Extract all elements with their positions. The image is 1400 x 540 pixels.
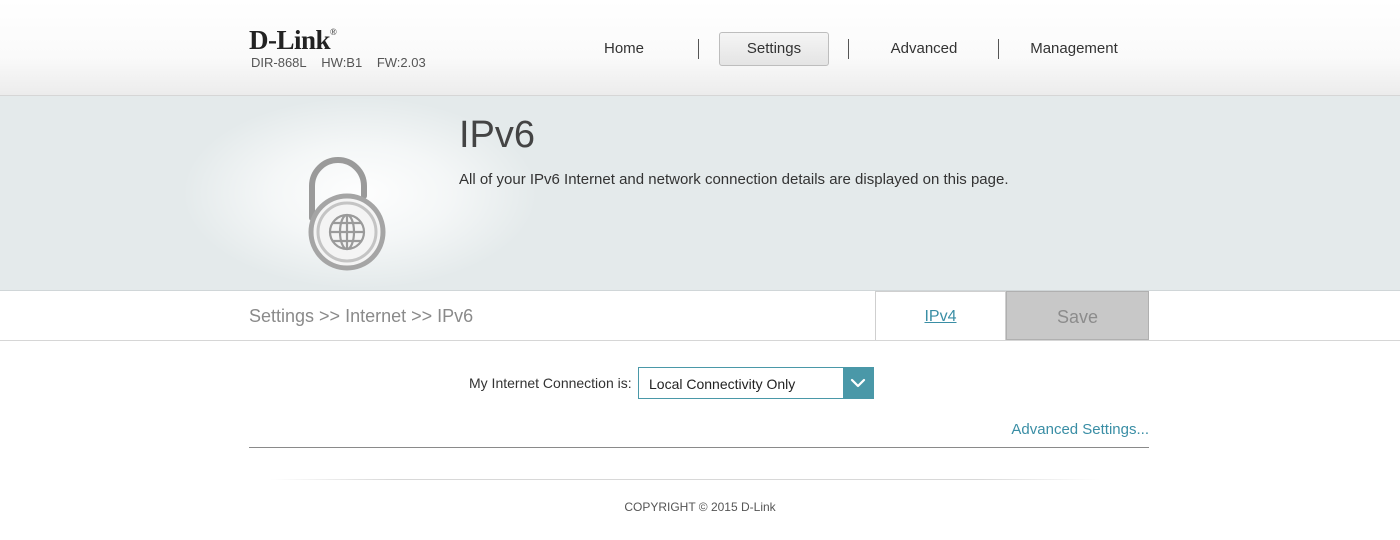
hardware-version: HW:B1 xyxy=(321,55,363,70)
chevron-down-icon[interactable] xyxy=(843,368,873,398)
footer-divider xyxy=(270,479,1100,480)
nav-separator xyxy=(698,39,699,59)
connection-type-value: Local Connectivity Only xyxy=(649,376,796,392)
section-divider xyxy=(249,447,1149,448)
logo-mark: ® xyxy=(330,27,337,37)
page-title: IPv6 xyxy=(459,114,536,156)
model-name: DIR-868L xyxy=(251,55,307,70)
logo-text: D-Link xyxy=(249,25,331,55)
firmware-version: FW:2.03 xyxy=(376,55,426,70)
unlocked-globe-icon xyxy=(308,157,386,271)
breadcrumb-bar: Settings >> Internet >> IPv6 IPv4 Save xyxy=(0,291,1400,341)
nav-management[interactable]: Management xyxy=(999,32,1149,66)
page-banner: IPv6 All of your IPv6 Internet and netwo… xyxy=(0,96,1400,291)
nav-advanced[interactable]: Advanced xyxy=(849,32,999,66)
save-button[interactable]: Save xyxy=(1006,291,1149,340)
dlink-logo: D-Link® xyxy=(249,25,337,56)
copyright: COPYRIGHT © 2015 D-Link xyxy=(624,500,776,514)
header: D-Link® DIR-868L HW:B1 FW:2.03 Home Sett… xyxy=(0,0,1400,96)
advanced-settings-link[interactable]: Advanced Settings... xyxy=(1011,421,1149,438)
connection-label: My Internet Connection is: xyxy=(469,375,632,391)
connection-type-select[interactable]: Local Connectivity Only xyxy=(638,367,874,399)
page-description: All of your IPv6 Internet and network co… xyxy=(459,171,1009,188)
breadcrumb: Settings >> Internet >> IPv6 xyxy=(249,306,474,326)
ipv4-link[interactable]: IPv4 xyxy=(875,291,1006,340)
nav-settings[interactable]: Settings xyxy=(719,32,829,66)
nav-home[interactable]: Home xyxy=(549,32,699,66)
device-info: DIR-868L HW:B1 FW:2.03 xyxy=(251,55,436,70)
